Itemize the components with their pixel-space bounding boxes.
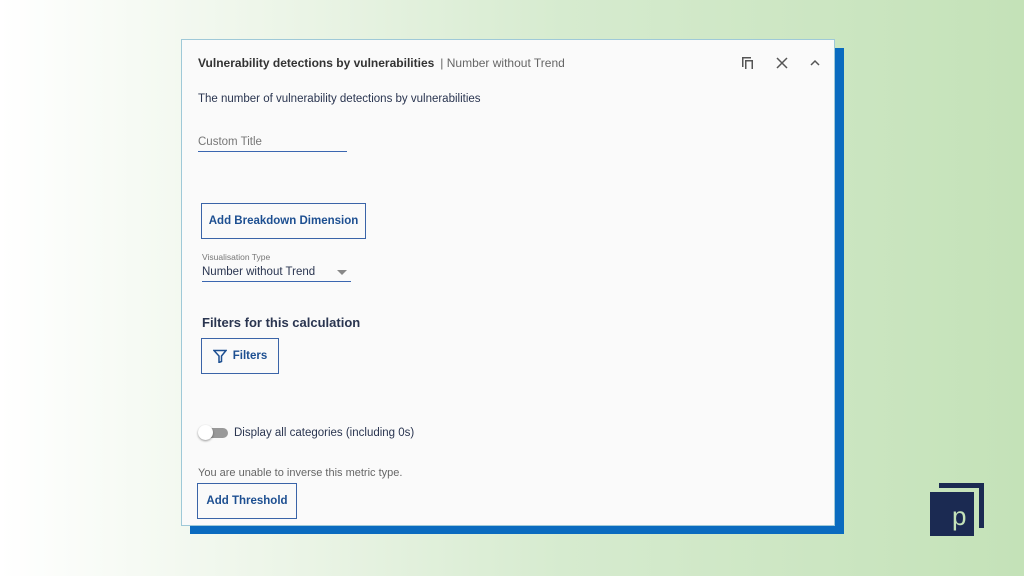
chevron-up-icon[interactable]: [809, 54, 821, 70]
visualisation-type-label: Visualisation Type: [202, 252, 271, 262]
visualisation-type-value: Number without Trend: [202, 266, 316, 278]
visualisation-type-select[interactable]: Number without Trend: [202, 266, 351, 282]
brand-logo: p: [930, 483, 986, 537]
filter-icon: [212, 349, 227, 363]
toggle-knob: [198, 425, 213, 440]
metric-config-panel: Vulnerability detections by vulnerabilit…: [181, 39, 835, 526]
add-threshold-button[interactable]: Add Threshold: [197, 483, 297, 519]
panel-title: Vulnerability detections by vulnerabilit…: [198, 56, 565, 70]
inverse-note: You are unable to inverse this metric ty…: [198, 467, 403, 479]
filters-heading: Filters for this calculation: [202, 315, 361, 330]
add-breakdown-dimension-button[interactable]: Add Breakdown Dimension: [201, 203, 366, 239]
toggle-label: Display all categories (including 0s): [234, 427, 415, 439]
panel-subtitle: | Number without Trend: [440, 56, 565, 70]
panel-description: The number of vulnerability detections b…: [198, 93, 481, 105]
dropdown-caret-icon: [337, 270, 347, 275]
custom-title-input[interactable]: Custom Title: [198, 136, 347, 152]
close-icon[interactable]: [776, 56, 788, 72]
filters-button[interactable]: Filters: [201, 338, 279, 374]
title-text: Vulnerability detections by vulnerabilit…: [198, 56, 435, 70]
filters-label: Filters: [232, 350, 268, 362]
logo-letter: p: [952, 501, 966, 531]
display-all-categories-toggle[interactable]: [198, 425, 228, 440]
copy-icon[interactable]: [741, 56, 755, 73]
